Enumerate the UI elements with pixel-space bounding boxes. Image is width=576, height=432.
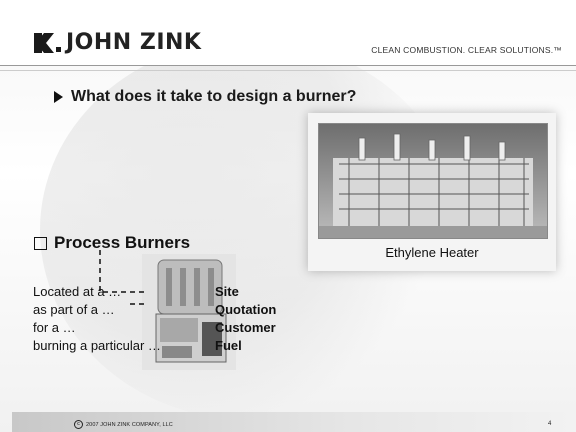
copyright-text: 2007 JOHN ZINK COMPANY, LLC <box>86 421 173 428</box>
right-line-3: Customer <box>215 320 276 335</box>
logo-text: JOHN ZINK <box>66 30 202 55</box>
copyright-icon: c <box>74 420 83 429</box>
page-number: 4 <box>548 421 552 427</box>
bullet-text: What does it take to design a burner? <box>71 88 357 105</box>
header: JOHN ZINK CLEAN COMBUSTION. CLEAR SOLUTI… <box>0 0 576 65</box>
left-descriptions: Located at a … as part of a … for a … bu… <box>33 283 161 355</box>
logo-mark-icon <box>34 32 61 53</box>
header-divider-secondary <box>0 70 576 71</box>
photo-caption: Ethylene Heater <box>385 245 479 260</box>
slide: JOHN ZINK CLEAN COMBUSTION. CLEAR SOLUTI… <box>0 0 576 432</box>
tagline: CLEAN COMBUSTION. CLEAR SOLUTIONS.™ <box>371 45 562 55</box>
right-line-2: Quotation <box>215 302 277 317</box>
copyright-notice: c 2007 JOHN ZINK COMPANY, LLC <box>74 420 173 429</box>
company-logo: JOHN ZINK <box>34 30 201 55</box>
left-line-3: for a … <box>33 320 76 335</box>
left-line-4: burning a particular … <box>33 338 161 353</box>
right-keywords: Site Quotation Customer Fuel <box>215 283 276 355</box>
photo-frame: Ethylene Heater <box>308 113 556 271</box>
left-line-1: Located at a … <box>33 284 122 299</box>
left-line-2: as part of a … <box>33 302 115 317</box>
ethylene-heater-photo <box>318 123 548 239</box>
main-bullet: What does it take to design a burner? <box>54 88 356 106</box>
right-line-4: Fuel <box>215 338 242 353</box>
right-line-1: Site <box>215 284 239 299</box>
header-divider <box>0 65 576 66</box>
triangle-bullet-icon <box>54 91 63 103</box>
checkbox-bullet-icon <box>34 236 47 250</box>
